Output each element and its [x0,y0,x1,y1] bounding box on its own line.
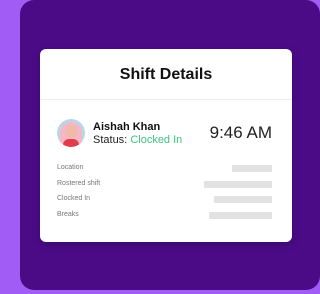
card-title: Shift Details [119,66,213,83]
detail-row-clocked-in: Clocked In [57,195,272,211]
value-placeholder [214,196,272,203]
detail-row-rostered-shift: Rostered shift [57,180,272,196]
card-header: Shift Details [40,49,292,100]
value-placeholder [204,180,272,188]
detail-label: Breaks [57,210,79,218]
employee-name: Aishah Khan [93,121,161,133]
detail-label: Location [57,164,84,171]
detail-label: Rostered shift [57,179,101,187]
detail-row-breaks: Breaks [57,211,272,227]
status-value: Clocked In [130,134,183,146]
employee-info: Aishah Khan Status: Clocked In 9:46 AM [57,119,272,149]
value-placeholder [209,211,272,219]
current-time: 9:46 AM [209,123,272,142]
shift-detail-list: Location Rostered shift Clocked In Break… [57,164,272,226]
detail-row-location: Location [57,164,272,180]
avatar-face [65,125,77,138]
detail-label: Clocked In [57,195,91,202]
employee-status: Status: Clocked In [93,134,182,146]
avatar [57,119,85,147]
value-placeholder [232,165,272,172]
status-label: Status: [93,134,128,146]
avatar-shirt [63,139,79,147]
